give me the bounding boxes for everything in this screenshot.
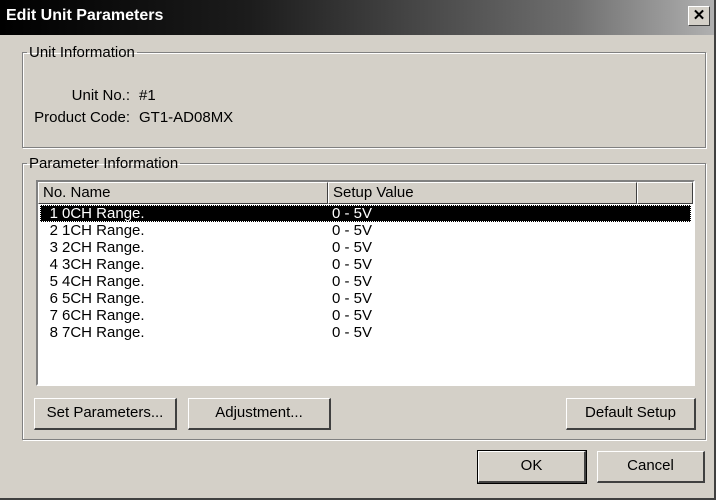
row-number: 1 (49, 205, 58, 222)
adjustment-label: Adjustment... (215, 404, 303, 421)
row-setup-value: 0 - 5V (332, 205, 373, 222)
list-item[interactable]: 3 2CH Range. 0 - 5V (40, 239, 691, 256)
product-code-value: GT1-AD08MX (139, 109, 234, 126)
default-setup-button[interactable]: Default Setup (566, 398, 696, 430)
row-setup-value: 0 - 5V (332, 256, 373, 273)
row-name: 7CH Range. (62, 324, 145, 341)
close-icon: ✕ (692, 7, 706, 24)
row-number: 4 (49, 256, 58, 273)
row-setup-value: 0 - 5V (332, 307, 373, 324)
set-parameters-label: Set Parameters... (46, 404, 164, 421)
window-title: Edit Unit Parameters (6, 7, 164, 24)
row-setup-value: 0 - 5V (332, 222, 373, 239)
row-setup-value: 0 - 5V (332, 273, 373, 290)
list-item[interactable]: 4 3CH Range. 0 - 5V (40, 256, 691, 273)
unit-no-label: Unit No.: (71, 87, 130, 104)
row-setup-value: 0 - 5V (332, 239, 373, 256)
list-item[interactable]: 2 1CH Range. 0 - 5V (40, 222, 691, 239)
close-button[interactable]: ✕ (688, 6, 710, 26)
row-name: 4CH Range. (62, 273, 145, 290)
list-header: No. Name Setup Value (38, 182, 693, 204)
row-number: 6 (49, 290, 58, 307)
product-code-label: Product Code: (34, 109, 130, 126)
row-setup-value: 0 - 5V (332, 324, 373, 341)
row-name: 2CH Range. (62, 239, 145, 256)
dialog-window: Edit Unit Parameters ✕ Unit Information … (0, 0, 716, 500)
column-header-empty[interactable] (637, 182, 693, 204)
row-name: 6CH Range. (62, 307, 145, 324)
ok-button[interactable]: OK (477, 450, 587, 484)
list-item[interactable]: 5 4CH Range. 0 - 5V (40, 273, 691, 290)
ok-label: OK (520, 457, 543, 474)
row-name: 1CH Range. (62, 222, 145, 239)
row-number: 7 (49, 307, 58, 324)
row-number: 8 (49, 324, 58, 341)
adjustment-button[interactable]: Adjustment... (188, 398, 331, 430)
row-number: 2 (49, 222, 58, 239)
list-item[interactable]: 8 7CH Range. 0 - 5V (40, 324, 691, 341)
list-item[interactable]: 6 5CH Range. 0 - 5V (40, 290, 691, 307)
parameter-information-legend: Parameter Information (29, 155, 179, 172)
list-item[interactable]: 1 0CH Range. 0 - 5V (40, 205, 691, 222)
row-number: 5 (49, 273, 58, 290)
column-header-name[interactable]: No. Name (38, 182, 328, 204)
unit-information-legend: Unit Information (29, 44, 135, 61)
cancel-label: Cancel (627, 457, 674, 474)
row-number: 3 (49, 239, 58, 256)
cancel-button[interactable]: Cancel (597, 451, 705, 483)
row-setup-value: 0 - 5V (332, 290, 373, 307)
title-bar[interactable]: Edit Unit Parameters ✕ (0, 0, 714, 35)
default-setup-label: Default Setup (585, 404, 676, 421)
set-parameters-button[interactable]: Set Parameters... (34, 398, 177, 430)
list-item[interactable]: 7 6CH Range. 0 - 5V (40, 307, 691, 324)
column-header-setup-value[interactable]: Setup Value (328, 182, 637, 204)
row-name: 3CH Range. (62, 256, 145, 273)
row-name: 0CH Range. (62, 205, 145, 222)
parameter-list[interactable]: No. Name Setup Value 1 0CH Range. 0 - 5V 2 1… (36, 180, 695, 386)
unit-no-value: #1 (139, 87, 156, 104)
row-name: 5CH Range. (62, 290, 145, 307)
